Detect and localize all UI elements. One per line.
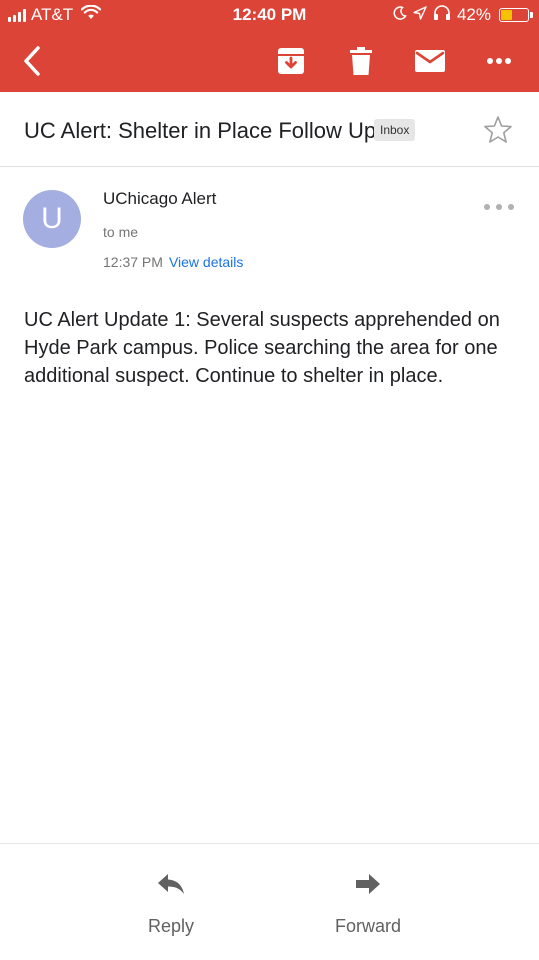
email-body: UC Alert Update 1: Several suspects appr… bbox=[24, 309, 500, 387]
archive-button[interactable] bbox=[271, 42, 311, 80]
location-icon bbox=[413, 5, 427, 25]
bottom-action-bar: Reply Forward bbox=[0, 843, 539, 960]
reply-icon bbox=[158, 874, 184, 894]
time-row: 12:37 PM View details bbox=[103, 254, 243, 270]
email-subject: UC Alert: Shelter in Place Follow Up bbox=[24, 118, 377, 143]
delete-button[interactable] bbox=[341, 42, 381, 80]
reply-label: Reply bbox=[147, 916, 195, 936]
message-more-button[interactable] bbox=[484, 198, 514, 216]
more-icon bbox=[487, 58, 511, 64]
reply-button[interactable]: Reply bbox=[111, 864, 231, 944]
more-dot bbox=[496, 204, 502, 210]
mark-unread-button[interactable] bbox=[410, 42, 450, 80]
star-icon bbox=[484, 116, 512, 143]
headphones-icon bbox=[433, 5, 451, 25]
more-button[interactable] bbox=[479, 42, 519, 80]
sender-name: UChicago Alert bbox=[103, 189, 217, 208]
mail-icon bbox=[415, 50, 445, 72]
forward-button[interactable]: Forward bbox=[308, 864, 428, 944]
forward-label: Forward bbox=[334, 916, 401, 936]
avatar[interactable]: U bbox=[23, 190, 81, 248]
moon-icon bbox=[393, 5, 407, 25]
sent-time: 12:37 PM bbox=[103, 254, 163, 270]
status-right: 42% bbox=[393, 5, 533, 25]
forward-icon bbox=[356, 874, 380, 894]
recipient-line: to me bbox=[103, 224, 139, 240]
status-bar: AT&T 12:40 PM 42% bbox=[0, 0, 539, 30]
more-dot bbox=[484, 204, 490, 210]
archive-icon bbox=[278, 48, 304, 74]
trash-icon bbox=[350, 47, 372, 75]
view-details-link[interactable]: View details bbox=[169, 254, 243, 270]
star-button[interactable] bbox=[482, 114, 514, 146]
more-dot bbox=[508, 204, 514, 210]
battery-percent: 42% bbox=[456, 5, 491, 24]
battery-icon bbox=[499, 8, 533, 22]
subject-row: UC Alert: Shelter in Place Follow Up Inb… bbox=[0, 92, 539, 167]
back-arrow-icon bbox=[24, 46, 40, 76]
app-header: AT&T 12:40 PM 42% bbox=[0, 0, 539, 92]
email-toolbar bbox=[0, 30, 539, 92]
back-button[interactable] bbox=[12, 42, 52, 80]
inbox-label[interactable]: Inbox bbox=[374, 119, 416, 141]
